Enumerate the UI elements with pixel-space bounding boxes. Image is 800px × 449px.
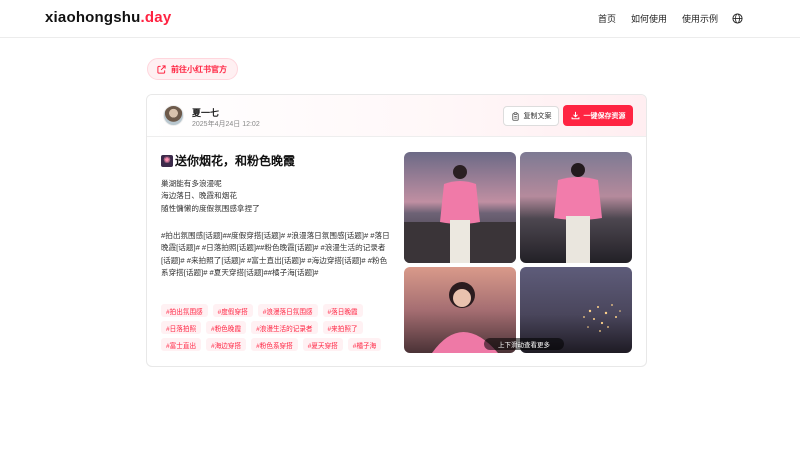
- nav-menu: 首页 如何使用 使用示例: [598, 12, 744, 25]
- nav-examples[interactable]: 使用示例: [682, 12, 718, 25]
- author-avatar: [163, 105, 184, 126]
- tag-chip[interactable]: #落日晚霞: [322, 304, 363, 317]
- copy-text-button[interactable]: 复制文案: [503, 106, 559, 126]
- tag-chip[interactable]: #橘子海: [347, 338, 382, 351]
- globe-icon[interactable]: [732, 13, 743, 24]
- post-header: 夏一七 2025年4月24日 12:02 复制文案 一键保存资源: [147, 95, 646, 137]
- tag-chip-list: #拍出氛围感 #度假穿搭 #浪漫落日氛围感 #落日晚霞 #日落拍照 #粉色晚霞 …: [161, 304, 393, 351]
- copy-text-label: 复制文案: [523, 113, 552, 120]
- body-line: 随性慵懒的度假氛围感拿捏了: [161, 203, 260, 213]
- tag-chip[interactable]: #海边穿搭: [206, 338, 247, 351]
- nav-home[interactable]: 首页: [598, 12, 616, 25]
- post-tags-text: #拍出氛围感[话题]##度假穿搭[话题]# #浪漫落日氛围感[话题]# #落日晚…: [161, 231, 390, 278]
- tag-chip[interactable]: #富士直出: [161, 338, 202, 351]
- fireworks-emoji-icon: ✺: [161, 154, 173, 167]
- post-image[interactable]: [520, 152, 632, 263]
- body-line: 巢湖能有多浪漫呢: [161, 179, 222, 188]
- post-card: 夏一七 2025年4月24日 12:02 复制文案 一键保存资源 ✺ 送你烟花，…: [146, 94, 647, 367]
- tag-chip[interactable]: #度假穿搭: [212, 304, 253, 317]
- official-button-label: 前往小红书官方: [171, 64, 227, 74]
- post-body: 巢湖能有多浪漫呢 海边落日、晚霞和烟花 随性慵懒的度假氛围感拿捏了: [161, 178, 393, 215]
- tag-chip[interactable]: #日落拍照: [161, 321, 202, 334]
- top-navbar: xiaohongshu.day 首页 如何使用 使用示例: [0, 0, 800, 38]
- photo-woman-rocks: [520, 152, 632, 263]
- logo-accent: .day: [140, 9, 172, 26]
- tag-chip[interactable]: #来拍照了: [322, 321, 363, 334]
- save-all-resources-button[interactable]: 一键保存资源: [563, 105, 633, 126]
- scroll-hint: 上下滑动查看更多: [484, 338, 564, 350]
- post-date: 2025年4月24日 12:02: [192, 121, 260, 128]
- save-label: 一键保存资源: [583, 112, 626, 120]
- tag-chip[interactable]: #拍出氛围感: [161, 304, 208, 317]
- download-icon: [571, 111, 579, 120]
- tag-chip[interactable]: #浪漫落日氛围感: [257, 304, 318, 317]
- post-title-text: 送你烟花，和粉色晚霞: [175, 154, 296, 168]
- logo-main: xiaohongshu: [45, 9, 141, 26]
- post-image[interactable]: [404, 152, 516, 263]
- post-title: ✺ 送你烟花，和粉色晚霞: [161, 152, 295, 169]
- author-name: 夏一七: [192, 108, 220, 118]
- body-line: 海边落日、晚霞和烟花: [161, 191, 237, 201]
- tag-chip[interactable]: #夏天穿搭: [302, 338, 343, 351]
- photo-woman-sea-sunset: [404, 152, 516, 263]
- open-xiaohongshu-official-button[interactable]: 前往小红书官方: [147, 58, 238, 80]
- tag-chip[interactable]: #浪漫生活的记录者: [251, 321, 318, 334]
- external-link-icon: [157, 64, 166, 74]
- nav-how-to-use[interactable]: 如何使用: [631, 12, 667, 25]
- clipboard-icon: [511, 111, 519, 121]
- tag-chip[interactable]: #粉色系穿搭: [251, 338, 298, 351]
- tag-chip[interactable]: #粉色晚霞: [206, 321, 247, 334]
- site-logo[interactable]: xiaohongshu.day: [45, 9, 171, 26]
